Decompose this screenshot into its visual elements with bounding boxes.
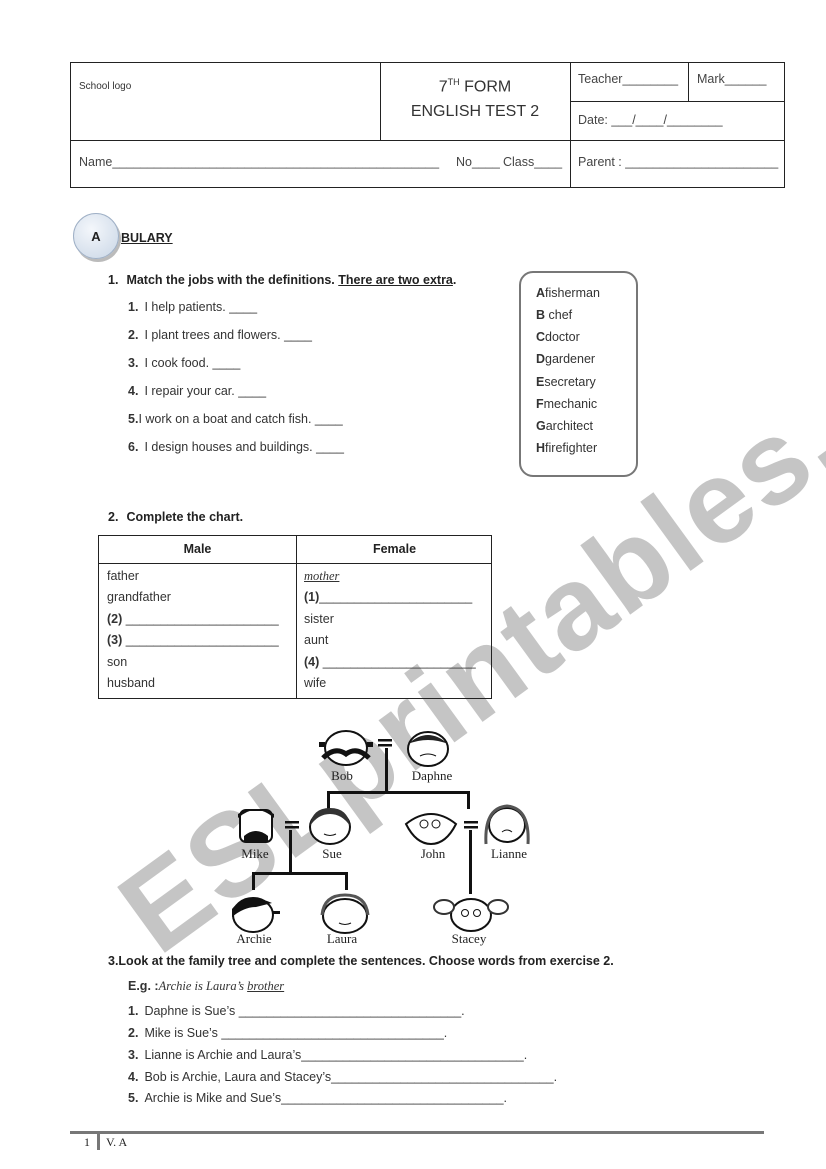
footer-divider bbox=[70, 1131, 764, 1134]
tree-name-daphne: Daphne bbox=[411, 768, 453, 783]
job-option: Esecretary bbox=[536, 375, 596, 389]
school-logo-placeholder: School logo bbox=[79, 81, 132, 92]
tree-name-stacey: Stacey bbox=[451, 931, 487, 946]
chart-header-male: Male bbox=[183, 542, 212, 556]
exercise1-item: 3. I cook food. ____ bbox=[128, 356, 241, 370]
exercise3-instruction: 3.Look at the family tree and complete t… bbox=[108, 954, 614, 968]
name-field[interactable]: Name____________________________________… bbox=[79, 155, 439, 169]
job-option: Cdoctor bbox=[536, 330, 580, 344]
tree-name-bob: Bob bbox=[331, 768, 353, 783]
exercise1-instruction: 1. Match the jobs with the definitions. T… bbox=[108, 273, 457, 287]
chart-cell[interactable]: (4) ______________________ bbox=[304, 655, 476, 669]
chart-cell[interactable]: (2) ______________________ bbox=[107, 612, 279, 626]
laura-face-icon bbox=[320, 893, 370, 934]
exercise3-item[interactable]: 1. Daphne is Sue’s ______________________… bbox=[128, 1004, 465, 1018]
daphne-face-icon bbox=[407, 731, 449, 767]
chart-cell-example: mother bbox=[304, 569, 340, 583]
equals-icon bbox=[464, 821, 478, 829]
section-title: BULARY bbox=[121, 231, 173, 245]
exercise1-item: 2. I plant trees and flowers. ____ bbox=[128, 328, 312, 342]
stacey-face-icon bbox=[433, 898, 509, 932]
job-option: Garchitect bbox=[536, 419, 593, 433]
mike-face-icon bbox=[238, 809, 274, 843]
exercise2-instruction: 2. Complete the chart. bbox=[108, 510, 244, 524]
tree-name-john: John bbox=[420, 846, 446, 861]
bob-face-icon bbox=[319, 730, 373, 766]
job-option: B chef bbox=[536, 308, 573, 322]
job-option: Hfirefighter bbox=[536, 441, 598, 455]
chart-cell: sister bbox=[304, 612, 334, 626]
equals-icon bbox=[285, 821, 299, 829]
tree-name-archie: Archie bbox=[236, 931, 272, 946]
chart-cell: husband bbox=[107, 676, 155, 690]
chart-cell[interactable]: (3) ______________________ bbox=[107, 633, 279, 647]
job-option: Dgardener bbox=[536, 352, 596, 366]
chart-cell: father bbox=[107, 569, 139, 583]
exercise1-item: 5.I work on a boat and catch fish. ____ bbox=[128, 412, 343, 426]
exercise3-item[interactable]: 5. Archie is Mike and Sue’s______________… bbox=[128, 1091, 507, 1105]
footer-author: V. A bbox=[106, 1135, 128, 1149]
tree-name-sue: Sue bbox=[322, 846, 342, 861]
sue-face-icon bbox=[309, 808, 351, 845]
exercise1-item: 4. I repair your car. ____ bbox=[128, 384, 267, 398]
page-number: 1 bbox=[84, 1135, 90, 1149]
exercise1-item: 6. I design houses and buildings. ____ bbox=[128, 440, 344, 454]
exercise3-item[interactable]: 4. Bob is Archie, Laura and Stacey’s_____… bbox=[128, 1070, 557, 1084]
exercise3-item[interactable]: 2. Mike is Sue’s ________________________… bbox=[128, 1026, 447, 1040]
class-field[interactable]: Class____ bbox=[503, 155, 562, 169]
parent-field[interactable]: Parent : ______________________ bbox=[578, 155, 778, 169]
chart-cell: son bbox=[107, 655, 128, 669]
chart-cell: aunt bbox=[304, 633, 329, 647]
archie-face-icon bbox=[232, 897, 280, 933]
job-option: Fmechanic bbox=[536, 397, 598, 411]
footer-separator bbox=[97, 1134, 100, 1150]
header-table: School logo 7TH FORM ENGLISH TEST 2 Teac… bbox=[70, 62, 785, 188]
tree-name-lianne: Lianne bbox=[490, 846, 528, 861]
number-field[interactable]: No____ bbox=[456, 155, 500, 169]
exercise3-item[interactable]: 3. Lianne is Archie and Laura’s__________… bbox=[128, 1048, 527, 1062]
teacher-field[interactable]: Teacher________ bbox=[578, 72, 678, 86]
chart-cell: wife bbox=[304, 676, 327, 690]
section-badge: A bbox=[73, 213, 119, 259]
jobs-box: Afisherman B chef Cdoctor Dgardener Esec… bbox=[519, 271, 638, 477]
exercise3-example: E.g. :Archie is Laura’s brother bbox=[128, 979, 285, 993]
chart-header-female: Female bbox=[372, 542, 417, 556]
tree-name-mike: Mike bbox=[241, 846, 269, 861]
gender-chart: Male Female father grandfather (2) _____… bbox=[98, 535, 492, 699]
mark-field[interactable]: Mark______ bbox=[697, 72, 767, 86]
test-title: ENGLISH TEST 2 bbox=[410, 103, 540, 120]
form-title: 7TH FORM bbox=[438, 77, 512, 96]
chart-cell[interactable]: (1)______________________ bbox=[304, 590, 472, 604]
lianne-face-icon bbox=[484, 804, 530, 845]
job-option: Afisherman bbox=[536, 286, 600, 300]
date-field[interactable]: Date: ___/____/________ bbox=[578, 113, 723, 127]
chart-cell: grandfather bbox=[107, 590, 171, 604]
tree-name-laura: Laura bbox=[326, 931, 358, 946]
equals-icon bbox=[378, 739, 392, 747]
exercise1-item: 1. I help patients. ____ bbox=[128, 300, 258, 314]
john-face-icon bbox=[404, 813, 458, 846]
